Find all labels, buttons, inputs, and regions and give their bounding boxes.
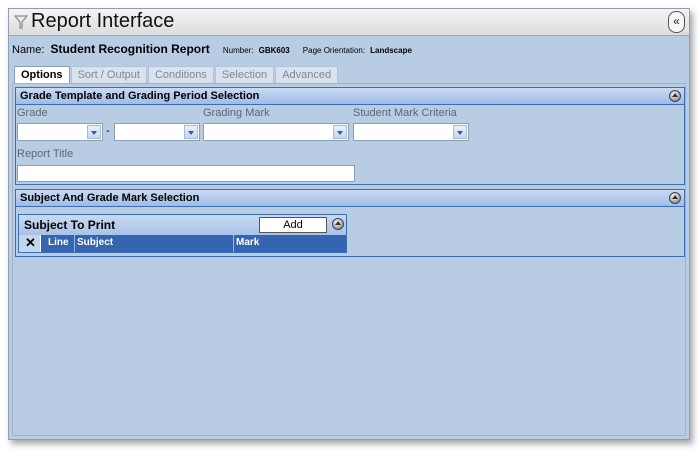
column-line[interactable]: Line [48,237,69,248]
collapse-button[interactable]: « [668,11,685,33]
column-divider [74,235,75,252]
column-divider [233,235,234,252]
add-button[interactable]: Add [259,217,327,233]
subject-grid: Subject To Print Add ✕ Line Subject Mark [18,214,347,253]
grade-label: Grade [17,107,48,119]
report-name: Student Recognition Report [50,42,210,56]
filter-icon [14,15,28,29]
grade-section-header: Grade Template and Grading Period Select… [16,88,684,105]
subject-section-header: Subject And Grade Mark Selection [16,190,684,207]
grade-from-select[interactable] [17,123,103,141]
grade-to-select[interactable] [114,123,200,141]
name-label: Name: [12,44,45,56]
column-subject[interactable]: Subject [77,237,113,248]
chevron-down-icon [184,125,198,139]
report-window: Report Interface « Name: Student Recogni… [8,8,690,440]
criteria-select[interactable] [353,123,469,141]
report-number: GBK603 [258,46,290,55]
tab-selection[interactable]: Selection [214,66,275,83]
grading-mark-select[interactable] [203,123,349,141]
chevron-down-icon [333,125,347,139]
grade-section: Grade Template and Grading Period Select… [15,87,685,185]
subject-grid-title: Subject To Print [24,218,116,232]
tab-advanced[interactable]: Advanced [275,66,339,83]
tab-sort-output[interactable]: Sort / Output [70,66,147,83]
tab-options[interactable]: Options [14,66,70,84]
chevron-down-icon [87,125,101,139]
column-mark[interactable]: Mark [236,237,259,248]
tab-strip: Options Sort / Output Conditions Selecti… [14,66,339,84]
grade-section-title: Grade Template and Grading Period Select… [20,90,260,102]
options-panel: Grade Template and Grading Period Select… [12,83,686,436]
collapse-section-icon[interactable] [669,192,681,204]
delete-column-header[interactable]: ✕ [19,235,41,252]
criteria-label: Student Mark Criteria [353,107,457,119]
report-info-bar: Name: Student Recognition Report Number:… [12,42,412,58]
subject-section: Subject And Grade Mark Selection Subject… [15,189,685,257]
subject-section-title: Subject And Grade Mark Selection [20,192,200,204]
number-label: Number: [222,46,254,55]
report-title-input[interactable] [17,165,355,182]
title-bar: Report Interface « [9,9,689,36]
subject-grid-header: Subject To Print Add [19,215,346,235]
delete-icon: ✕ [25,235,36,250]
orientation-label: Page Orientation: [302,46,366,55]
report-title-label: Report Title [17,148,74,160]
collapse-grid-icon[interactable] [332,218,344,230]
window-title: Report Interface [31,10,175,32]
collapse-section-icon[interactable] [669,90,681,102]
grading-mark-label: Grading Mark [203,107,270,119]
chevron-down-icon [453,125,467,139]
report-orientation: Landscape [370,46,412,55]
tab-conditions[interactable]: Conditions [147,66,214,83]
subject-grid-columns: ✕ Line Subject Mark [19,235,346,252]
grade-range-separator: - [106,125,110,137]
